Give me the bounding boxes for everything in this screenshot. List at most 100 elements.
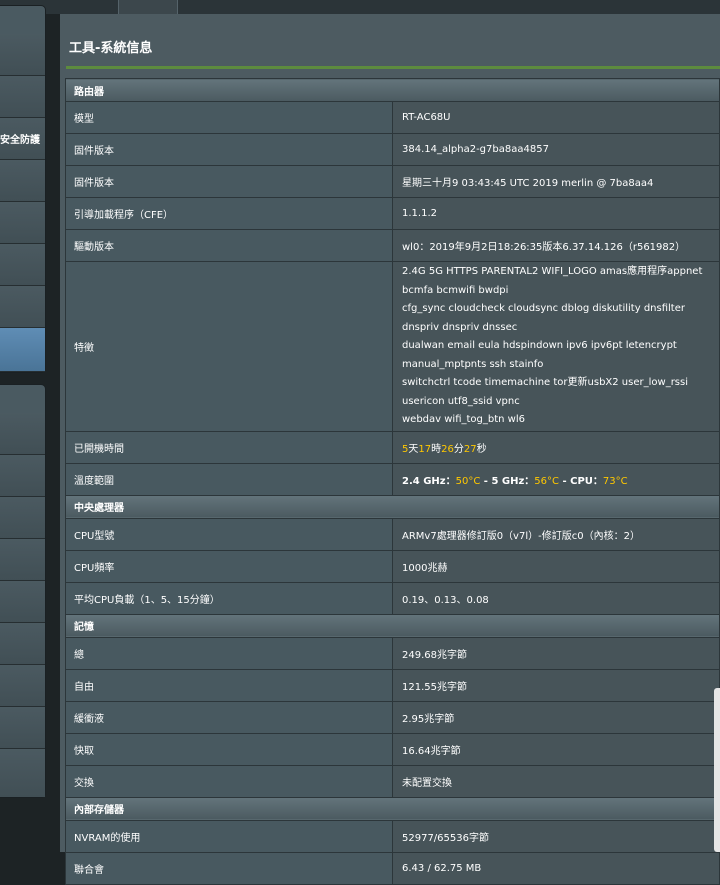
row-value: 1000兆赫 bbox=[392, 549, 720, 583]
sidebar-item-security[interactable]: 安全防護 bbox=[0, 118, 45, 160]
section-header-router: 路由器 bbox=[65, 78, 720, 102]
row-value: 249.68兆字節 bbox=[392, 636, 720, 670]
row-label: 引導加載程序（CFE） bbox=[65, 197, 393, 230]
sidebar-sub-item-7[interactable] bbox=[0, 665, 45, 707]
table-row: 引導加載程序（CFE） 1.1.1.2 bbox=[65, 197, 720, 230]
row-value: 121.55兆字節 bbox=[392, 668, 720, 702]
temp-separator: - bbox=[559, 475, 571, 487]
section-label: 記憶 bbox=[65, 613, 720, 638]
sidebar-sub-item-2[interactable] bbox=[0, 455, 45, 497]
table-row: 快取 16.64兆字節 bbox=[65, 732, 720, 766]
row-label: 已開機時間 bbox=[65, 430, 393, 464]
section-header-memory: 記憶 bbox=[65, 613, 720, 638]
row-label: 總 bbox=[65, 636, 393, 670]
table-row: 平均CPU負載（1、5、15分鐘） 0.19、0.13、0.08 bbox=[65, 581, 720, 615]
uptime-hours-unit: 時 bbox=[431, 443, 442, 455]
table-row: CPU型號 ARMv7處理器修訂版0（v7l）-修訂版c0（內核：2） bbox=[65, 517, 720, 551]
row-label: 特徵 bbox=[65, 261, 393, 432]
table-row: 交換 未配置交換 bbox=[65, 764, 720, 798]
scrollbar-thumb[interactable] bbox=[714, 688, 720, 852]
row-value: 16.64兆字節 bbox=[392, 732, 720, 766]
row-value: RT-AC68U bbox=[392, 101, 720, 134]
row-label: 自由 bbox=[65, 668, 393, 702]
table-row: 緩衝液 2.95兆字節 bbox=[65, 700, 720, 734]
row-label: 固件版本 bbox=[65, 133, 393, 166]
top-tab[interactable] bbox=[118, 0, 178, 14]
temp-separator: - bbox=[480, 475, 492, 487]
features-line: dualwan email eula hdspindown ipv6 ipv6p… bbox=[402, 340, 677, 370]
temp-band2-label: 5 GHz： bbox=[491, 475, 535, 487]
sidebar-item-4[interactable] bbox=[0, 160, 45, 202]
row-value: 2.95兆字節 bbox=[392, 700, 720, 734]
table-row: 已開機時間 5天17時26分27秒 bbox=[65, 430, 720, 464]
table-row: 驅動版本 wl0：2019年9月2日18:26:35版本6.37.14.126（… bbox=[65, 229, 720, 262]
main-panel: 工具-系統信息 路由器 模型 RT-AC68U 固件版本 384.14_alph… bbox=[60, 14, 720, 885]
sidebar-menu-bottom bbox=[0, 384, 46, 798]
sidebar-item-7[interactable] bbox=[0, 286, 45, 328]
sidebar-item-6[interactable] bbox=[0, 244, 45, 286]
sidebar-item-active[interactable] bbox=[0, 328, 45, 372]
section-label: 內部存儲器 bbox=[65, 796, 720, 821]
table-row: 溫度範圍 2.4 GHz：50°C - 5 GHz：56°C - CPU：73°… bbox=[65, 462, 720, 496]
row-label: 固件版本 bbox=[65, 165, 393, 198]
row-value: 1.1.1.2 bbox=[392, 197, 720, 230]
sidebar-menu-top: 安全防護 bbox=[0, 5, 46, 373]
sidebar-item-2[interactable] bbox=[0, 76, 45, 118]
row-label: 聯合會 bbox=[65, 851, 393, 885]
section-header-storage: 內部存儲器 bbox=[65, 796, 720, 821]
row-value: 52977/65536字節 bbox=[392, 819, 720, 853]
table-row: 模型 RT-AC68U bbox=[65, 101, 720, 134]
section-label: 路由器 bbox=[65, 78, 720, 102]
uptime-hours: 17 bbox=[418, 443, 432, 455]
sidebar-item-1[interactable] bbox=[0, 34, 45, 76]
row-label: 緩衝液 bbox=[65, 700, 393, 734]
uptime-days-unit: 天 bbox=[408, 443, 419, 455]
temp-band1-label: 2.4 GHz： bbox=[402, 475, 456, 487]
row-value: wl0：2019年9月2日18:26:35版本6.37.14.126（r5619… bbox=[392, 229, 720, 262]
table-row: 固件版本 384.14_alpha2-g7ba8aa4857 bbox=[65, 133, 720, 166]
row-label: 平均CPU負載（1、5、15分鐘） bbox=[65, 581, 393, 615]
sidebar-item-5[interactable] bbox=[0, 202, 45, 244]
sidebar-sub-item-4[interactable] bbox=[0, 539, 45, 581]
row-label: CPU型號 bbox=[65, 517, 393, 551]
table-row-features: 特徵 2.4G 5G HTTPS PARENTAL2 WIFI_LOGO ama… bbox=[65, 261, 720, 432]
uptime-value: 5天17時26分27秒 bbox=[392, 430, 720, 464]
row-label: 驅動版本 bbox=[65, 229, 393, 262]
title-divider bbox=[66, 66, 720, 69]
features-value: 2.4G 5G HTTPS PARENTAL2 WIFI_LOGO amas應用… bbox=[392, 261, 720, 432]
system-info-table: 路由器 模型 RT-AC68U 固件版本 384.14_alpha2-g7ba8… bbox=[65, 78, 720, 885]
features-line: switchctrl tcode timemachine tor更新usbX2 … bbox=[402, 377, 689, 407]
sidebar-sub-item-8[interactable] bbox=[0, 707, 45, 749]
row-value: 0.19、0.13、0.08 bbox=[392, 581, 720, 615]
temperature-value: 2.4 GHz：50°C - 5 GHz：56°C - CPU：73°C bbox=[392, 462, 720, 496]
table-row: CPU頻率 1000兆赫 bbox=[65, 549, 720, 583]
features-line: cfg_sync cloudcheck cloudsync dblog disk… bbox=[402, 303, 685, 333]
row-value: ARMv7處理器修訂版0（v7l）-修訂版c0（內核：2） bbox=[392, 517, 720, 551]
uptime-minutes-unit: 分 bbox=[453, 443, 464, 455]
row-value: 未配置交換 bbox=[392, 764, 720, 798]
row-value: 6.43 / 62.75 MB bbox=[392, 851, 720, 885]
sidebar-sub-item-5[interactable] bbox=[0, 581, 45, 623]
row-label: 模型 bbox=[65, 101, 393, 134]
sidebar-item-label: 安全防護 bbox=[0, 135, 40, 146]
uptime-seconds-unit: 秒 bbox=[476, 443, 487, 455]
sidebar-sub-item-1[interactable] bbox=[0, 413, 45, 455]
table-row: 固件版本 星期三十月9 03:43:45 UTC 2019 merlin @ 7… bbox=[65, 165, 720, 198]
table-row: 總 249.68兆字節 bbox=[65, 636, 720, 670]
table-row: 聯合會 6.43 / 62.75 MB bbox=[65, 851, 720, 885]
row-label: 交換 bbox=[65, 764, 393, 798]
sidebar-sub-item-6[interactable] bbox=[0, 623, 45, 665]
row-value: 星期三十月9 03:43:45 UTC 2019 merlin @ 7ba8aa… bbox=[392, 165, 720, 198]
uptime-minutes: 26 bbox=[441, 443, 454, 455]
section-header-cpu: 中央處理器 bbox=[65, 494, 720, 519]
sidebar-sub-item-3[interactable] bbox=[0, 497, 45, 539]
features-line: 2.4G 5G HTTPS PARENTAL2 WIFI_LOGO amas應用… bbox=[402, 266, 703, 296]
row-label: 溫度範圍 bbox=[65, 462, 393, 496]
temp-cpu: 73°C bbox=[602, 475, 628, 487]
page-title: 工具-系統信息 bbox=[69, 41, 153, 56]
temp-band1: 50°C bbox=[455, 475, 481, 487]
table-row: 自由 121.55兆字節 bbox=[65, 668, 720, 702]
sidebar-sub-item-9[interactable] bbox=[0, 749, 45, 797]
temp-cpu-label: CPU： bbox=[570, 475, 603, 487]
temp-band2: 56°C bbox=[534, 475, 559, 487]
